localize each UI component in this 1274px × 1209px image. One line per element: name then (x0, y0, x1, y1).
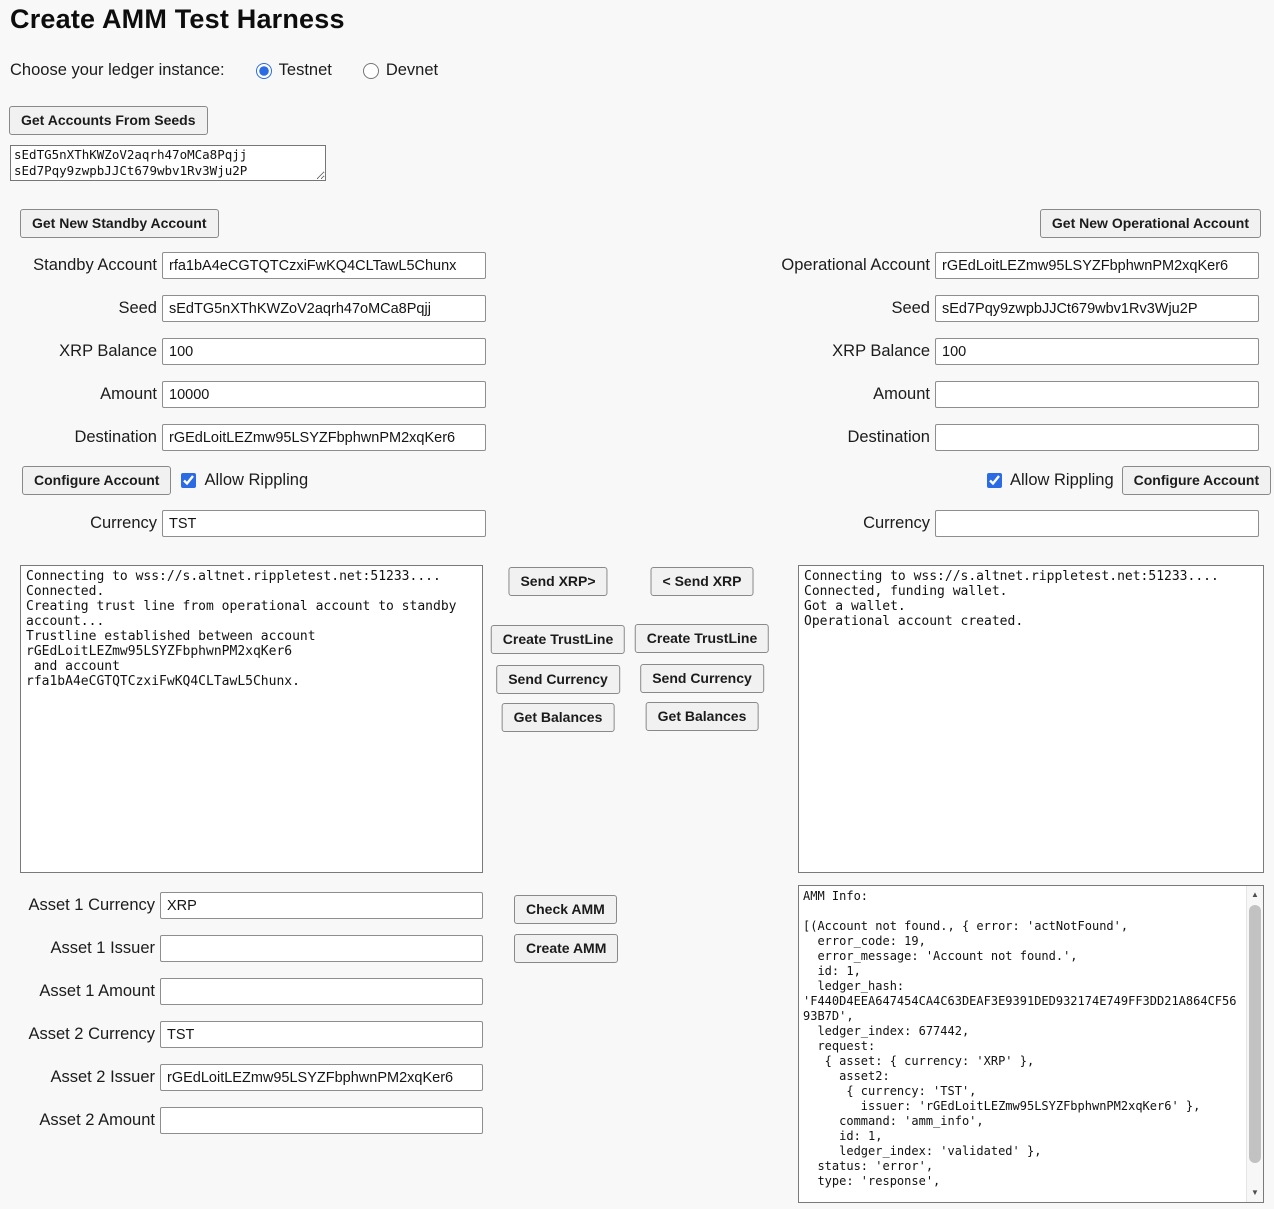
amm-info-scrollbar[interactable]: ▲ ▼ (1246, 886, 1263, 1202)
standby-get-balances-button[interactable]: Get Balances (502, 703, 615, 732)
devnet-radio-label: Devnet (386, 61, 438, 80)
standby-account-input[interactable] (162, 252, 486, 279)
get-accounts-from-seeds-button[interactable]: Get Accounts From Seeds (9, 106, 208, 135)
ledger-instance-label: Choose your ledger instance: (10, 61, 225, 80)
standby-seed-label: Seed (0, 299, 162, 318)
asset1-issuer-input[interactable] (160, 935, 483, 962)
standby-send-currency-button[interactable]: Send Currency (496, 665, 620, 694)
standby-amount-label: Amount (0, 385, 162, 404)
standby-configure-account-button[interactable]: Configure Account (22, 466, 171, 495)
asset1-currency-input[interactable] (160, 892, 483, 919)
standby-create-trustline-button[interactable]: Create TrustLine (491, 625, 625, 654)
standby-currency-input[interactable] (162, 510, 486, 537)
asset2-amount-input[interactable] (160, 1107, 483, 1134)
operational-amount-input[interactable] (935, 381, 1259, 408)
scroll-down-icon[interactable]: ▼ (1247, 1185, 1263, 1201)
operational-destination-label: Destination (605, 428, 935, 447)
ledger-instance-row: Choose your ledger instance: Testnet Dev… (10, 61, 438, 80)
operational-currency-input[interactable] (935, 510, 1259, 537)
testnet-radio[interactable] (256, 63, 272, 79)
asset2-currency-input[interactable] (160, 1021, 483, 1048)
operational-destination-input[interactable] (935, 424, 1259, 451)
operational-xrp-balance-input[interactable] (935, 338, 1259, 365)
send-xrp-to-standby-button[interactable]: < Send XRP (651, 567, 754, 596)
check-amm-button[interactable]: Check AMM (514, 895, 617, 924)
asset2-currency-label: Asset 2 Currency (0, 1025, 160, 1044)
amm-info-text: AMM Info: [(Account not found., { error:… (799, 886, 1246, 1202)
operational-currency-label: Currency (605, 514, 935, 533)
page-title: Create AMM Test Harness (10, 4, 345, 35)
asset2-amount-label: Asset 2 Amount (0, 1111, 160, 1130)
operational-allow-rippling-label: Allow Rippling (1010, 471, 1114, 490)
scrollbar-thumb[interactable] (1249, 905, 1261, 1163)
standby-allow-rippling-label: Allow Rippling (204, 471, 308, 490)
standby-account-label: Standby Account (0, 256, 162, 275)
send-xrp-to-operational-button[interactable]: Send XRP> (508, 567, 607, 596)
standby-allow-rippling-checkbox[interactable] (181, 473, 196, 488)
get-new-standby-account-button[interactable]: Get New Standby Account (20, 209, 219, 238)
standby-xrp-balance-label: XRP Balance (0, 342, 162, 361)
seeds-textarea[interactable]: sEdTG5nXThKWZoV2aqrh47oMCa8Pqjj sEd7Pqy9… (10, 145, 326, 181)
standby-seed-input[interactable] (162, 295, 486, 322)
devnet-radio[interactable] (363, 63, 379, 79)
asset1-amount-input[interactable] (160, 978, 483, 1005)
standby-amount-input[interactable] (162, 381, 486, 408)
operational-account-label: Operational Account (605, 256, 935, 275)
operational-results-log[interactable]: Connecting to wss://s.altnet.rippletest.… (798, 565, 1264, 873)
operational-allow-rippling-checkbox[interactable] (987, 473, 1002, 488)
operational-xrp-balance-label: XRP Balance (605, 342, 935, 361)
testnet-radio-label: Testnet (279, 61, 332, 80)
standby-destination-label: Destination (0, 428, 162, 447)
operational-send-currency-button[interactable]: Send Currency (640, 664, 764, 693)
asset2-issuer-input[interactable] (160, 1064, 483, 1091)
operational-seed-input[interactable] (935, 295, 1259, 322)
asset1-currency-label: Asset 1 Currency (0, 896, 160, 915)
operational-amount-label: Amount (605, 385, 935, 404)
standby-results-log[interactable]: Connecting to wss://s.altnet.rippletest.… (20, 565, 483, 873)
amm-info-box[interactable]: AMM Info: [(Account not found., { error:… (798, 885, 1264, 1203)
asset2-issuer-label: Asset 2 Issuer (0, 1068, 160, 1087)
get-new-operational-account-button[interactable]: Get New Operational Account (1040, 209, 1261, 238)
standby-xrp-balance-input[interactable] (162, 338, 486, 365)
asset1-issuer-label: Asset 1 Issuer (0, 939, 160, 958)
operational-seed-label: Seed (605, 299, 935, 318)
standby-destination-input[interactable] (162, 424, 486, 451)
standby-currency-label: Currency (0, 514, 162, 533)
scroll-up-icon[interactable]: ▲ (1247, 887, 1263, 903)
operational-get-balances-button[interactable]: Get Balances (646, 702, 759, 731)
create-amm-button[interactable]: Create AMM (514, 934, 618, 963)
asset1-amount-label: Asset 1 Amount (0, 982, 160, 1001)
operational-account-input[interactable] (935, 252, 1259, 279)
operational-configure-account-button[interactable]: Configure Account (1122, 466, 1271, 495)
operational-create-trustline-button[interactable]: Create TrustLine (635, 624, 769, 653)
